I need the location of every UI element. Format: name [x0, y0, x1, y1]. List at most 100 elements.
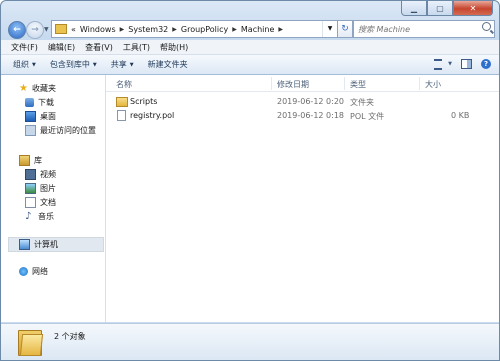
share-button[interactable]: 共享 ▼: [111, 59, 134, 70]
videos-icon: [25, 169, 36, 180]
navigation-pane: ★ 收藏夹 下载 桌面 最近访问的位置 库 视频 图片 文档 ♪ 音乐 计算机 网络: [1, 75, 106, 322]
change-view-button[interactable]: [431, 58, 445, 70]
column-type[interactable]: 类型: [350, 79, 366, 90]
search-icon[interactable]: [482, 22, 491, 31]
documents-icon: [25, 197, 36, 208]
nav-recent-places[interactable]: 最近访问的位置: [25, 124, 96, 137]
recent-places-icon: [25, 125, 36, 136]
folder-icon: [55, 24, 67, 34]
nav-music[interactable]: ♪ 音乐: [25, 210, 54, 223]
column-modified[interactable]: 修改日期: [277, 79, 309, 90]
breadcrumb-machine[interactable]: Machine ▶: [241, 25, 283, 34]
nav-label: 库: [34, 156, 42, 165]
column-divider[interactable]: [271, 77, 272, 90]
recent-pages-dropdown[interactable]: ▼: [44, 26, 49, 33]
maximize-button[interactable]: ▢: [427, 1, 453, 16]
column-size[interactable]: 大小: [425, 79, 441, 90]
breadcrumb-system32[interactable]: System32 ▶: [128, 25, 177, 34]
nav-label: 收藏夹: [32, 84, 56, 93]
breadcrumb-grouppolicy[interactable]: GroupPolicy ▶: [181, 25, 237, 34]
file-name: registry.pol: [130, 111, 175, 120]
help-button[interactable]: ?: [479, 58, 493, 70]
close-button[interactable]: ✕: [453, 1, 493, 16]
breadcrumb-label: Windows: [79, 24, 116, 34]
breadcrumb-arrow-icon[interactable]: ▶: [120, 26, 125, 33]
include-in-library-label: 包含到库中: [49, 60, 90, 69]
back-button[interactable]: ←: [8, 21, 26, 39]
minimize-icon: ▁: [410, 3, 418, 13]
desktop-icon: [25, 111, 36, 122]
maximize-icon: ▢: [436, 3, 444, 13]
breadcrumb-arrow-icon[interactable]: ▶: [172, 26, 177, 33]
forward-button[interactable]: →: [26, 21, 44, 39]
nav-network[interactable]: 网络: [19, 265, 48, 278]
breadcrumb-overflow[interactable]: «: [71, 25, 76, 34]
file-modified: 2019-06-12 0:20: [277, 97, 344, 106]
menu-help[interactable]: 帮助(H): [160, 42, 188, 53]
dropdown-arrow-icon: ▼: [129, 61, 134, 68]
details-pane: 2 个对象: [1, 323, 499, 360]
nav-label: 最近访问的位置: [40, 126, 96, 135]
dropdown-arrow-icon: ▼: [92, 61, 97, 68]
view-options-dropdown[interactable]: ▼: [447, 58, 453, 70]
nav-downloads[interactable]: 下载: [25, 96, 54, 109]
file-size: 0 KB: [451, 111, 470, 120]
nav-computer[interactable]: 计算机: [8, 237, 104, 252]
file-icon: [117, 110, 126, 121]
include-in-library-button[interactable]: 包含到库中 ▼: [50, 59, 97, 70]
file-row-registry-pol[interactable]: registry.pol 2019-06-12 0:18 POL 文件 0 KB: [106, 109, 499, 122]
item-count: 2 个对象: [54, 332, 86, 341]
new-folder-label: 新建文件夹: [147, 60, 188, 69]
nav-label: 文档: [40, 198, 56, 207]
libraries-icon: [19, 155, 30, 166]
refresh-button[interactable]: ↻: [337, 20, 353, 38]
menu-bar: 文件(F) 编辑(E) 查看(V) 工具(T) 帮助(H): [1, 40, 499, 55]
menu-edit[interactable]: 编辑(E): [48, 42, 75, 53]
close-icon: ✕: [469, 3, 477, 13]
network-icon: [19, 267, 28, 276]
nav-desktop[interactable]: 桌面: [25, 110, 56, 123]
breadcrumb-arrow-icon[interactable]: ▶: [278, 26, 283, 33]
menu-file[interactable]: 文件(F): [11, 42, 38, 53]
minimize-button[interactable]: ▁: [401, 1, 427, 16]
explorer-window: ▁ ▢ ✕ ← → ▼ « Windows ▶ System32 ▶ GroupPo…: [0, 0, 500, 361]
breadcrumb-windows[interactable]: Windows ▶: [80, 25, 124, 34]
file-row-scripts[interactable]: Scripts 2019-06-12 0:20 文件夹: [106, 95, 499, 108]
nav-videos[interactable]: 视频: [25, 168, 56, 181]
menu-view[interactable]: 查看(V): [85, 42, 113, 53]
nav-favorites[interactable]: ★ 收藏夹: [19, 82, 56, 95]
view-list-icon: [434, 58, 442, 70]
downloads-icon: [25, 98, 34, 107]
file-name: Scripts: [130, 97, 158, 106]
back-arrow-icon: ←: [13, 25, 21, 35]
nav-pictures[interactable]: 图片: [25, 182, 56, 195]
nav-libraries[interactable]: 库: [19, 154, 42, 167]
menu-tools[interactable]: 工具(T): [123, 42, 150, 53]
folder-icon: [116, 97, 128, 107]
file-type: POL 文件: [350, 112, 385, 121]
organize-label: 组织: [13, 60, 29, 69]
caption-buttons: ▁ ▢ ✕: [401, 1, 493, 16]
column-name[interactable]: 名称: [116, 79, 132, 90]
breadcrumb-label: Machine: [240, 24, 275, 34]
forward-arrow-icon: →: [31, 25, 39, 35]
preview-pane-icon: [460, 59, 472, 69]
dropdown-arrow-icon: ▼: [32, 61, 36, 68]
address-history-dropdown[interactable]: ▼: [322, 21, 337, 37]
large-folder-icon: [18, 330, 44, 356]
nav-label: 视频: [40, 170, 56, 179]
column-divider[interactable]: [344, 77, 345, 90]
breadcrumb-arrow-icon[interactable]: ▶: [232, 26, 237, 33]
search-input[interactable]: [354, 21, 480, 37]
nav-label: 音乐: [38, 212, 54, 221]
new-folder-button[interactable]: 新建文件夹: [148, 59, 188, 70]
overflow-chevron-icon: «: [71, 24, 76, 34]
address-bar[interactable]: « Windows ▶ System32 ▶ GroupPolicy ▶ Machin…: [51, 20, 338, 38]
file-modified: 2019-06-12 0:18: [277, 111, 344, 120]
preview-pane-button[interactable]: [459, 58, 473, 70]
column-divider[interactable]: [419, 77, 420, 90]
nav-label: 计算机: [34, 240, 58, 249]
breadcrumb-label: GroupPolicy: [180, 24, 229, 34]
nav-documents[interactable]: 文档: [25, 196, 56, 209]
organize-button[interactable]: 组织 ▼: [13, 59, 36, 70]
